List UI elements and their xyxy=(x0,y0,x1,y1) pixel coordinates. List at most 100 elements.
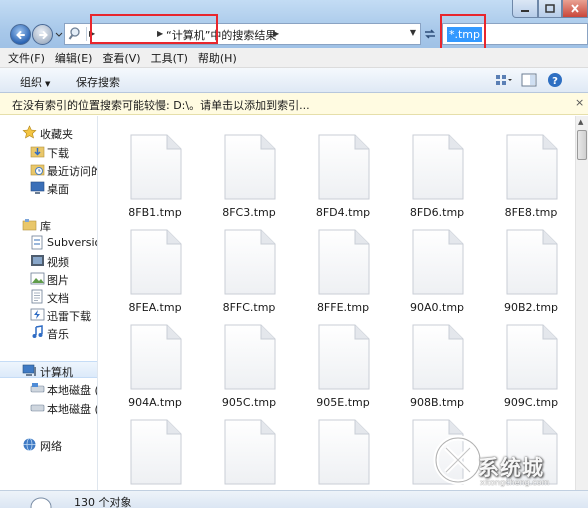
nav-videos[interactable]: 视频 xyxy=(0,252,97,269)
file-icon xyxy=(318,229,370,295)
preview-pane-icon[interactable] xyxy=(520,72,538,88)
back-button[interactable] xyxy=(10,24,31,45)
nav-favorites-label: 收藏夹 xyxy=(40,128,73,141)
file-item[interactable]: 8FFC.tmp xyxy=(201,219,291,315)
library-icon xyxy=(22,219,37,231)
navigation-pane: 收藏夹 下载 最近访问的 桌面 库 Subversion 视频 图片 文档 迅雷… xyxy=(0,116,98,490)
file-item[interactable]: 90B2.tmp xyxy=(483,219,573,315)
chevron-down-icon: ▼ xyxy=(45,80,51,88)
address-bar[interactable]: ▶ ▶ “计算机”中的搜索结果 ▶ ▼ xyxy=(64,23,421,45)
file-name: 8FD4.tmp xyxy=(315,206,371,219)
refresh-icon[interactable] xyxy=(422,26,438,42)
pictures-icon xyxy=(30,272,45,285)
menu-view[interactable]: 查看(V) xyxy=(102,50,140,66)
site-watermark: 系统城 xitongcheng.com xyxy=(420,430,588,490)
nav-recent-label: 最近访问的 xyxy=(47,165,98,178)
file-name: 905E.tmp xyxy=(316,396,370,409)
file-item[interactable]: 8FC3.tmp xyxy=(201,124,291,220)
nav-libraries[interactable]: 库 xyxy=(0,216,97,233)
file-name: 8FC3.tmp xyxy=(222,206,276,219)
maximize-button[interactable] xyxy=(538,0,562,18)
nav-disk-c[interactable]: 本地磁盘 (C xyxy=(0,380,97,397)
nav-computer[interactable]: 计算机 xyxy=(0,361,97,379)
nav-subversion[interactable]: Subversion xyxy=(0,234,97,251)
recent-pages-dropdown[interactable] xyxy=(55,32,63,38)
file-icon xyxy=(318,419,370,485)
menu-file[interactable]: 文件(F) xyxy=(8,50,45,66)
nav-disk-d[interactable]: 本地磁盘 (D xyxy=(0,399,97,416)
file-item[interactable]: 8FFE.tmp xyxy=(295,219,385,315)
file-name: 908B.tmp xyxy=(409,396,465,409)
file-item[interactable]: 905C.tmp xyxy=(201,314,291,410)
file-name: 90B2.tmp xyxy=(503,301,559,314)
object-count: 130 个对象 xyxy=(74,496,132,508)
menu-help[interactable]: 帮助(H) xyxy=(198,50,237,66)
file-item[interactable]: 8FEA.tmp xyxy=(107,219,197,315)
search-input-value: *.tmp xyxy=(447,27,483,42)
address-history-dropdown-icon[interactable]: ▼ xyxy=(410,28,416,37)
breadcrumb-search-results[interactable]: “计算机”中的搜索结果 xyxy=(166,27,276,43)
save-search-button[interactable]: 保存搜索 xyxy=(76,74,120,90)
file-name: 905C.tmp xyxy=(221,396,277,409)
breadcrumb-chevron-icon[interactable]: ▶ xyxy=(89,29,95,38)
organize-label: 组织 xyxy=(20,76,42,89)
menu-tools[interactable]: 工具(T) xyxy=(151,50,188,66)
infobar-close-icon[interactable]: × xyxy=(575,96,584,109)
help-icon[interactable]: ? xyxy=(546,72,564,88)
file-item[interactable]: 8FB1.tmp xyxy=(107,124,197,220)
network-icon xyxy=(23,438,36,451)
breadcrumb-chevron-icon[interactable]: ▶ xyxy=(273,29,279,38)
nav-network-label: 网络 xyxy=(40,440,62,453)
forward-button[interactable] xyxy=(32,24,53,45)
change-view-icon[interactable] xyxy=(494,72,512,88)
nav-desktop[interactable]: 桌面 xyxy=(0,179,97,196)
index-info-bar[interactable]: 在没有索引的位置搜索可能较慢: D:\。请单击以添加到索引... × xyxy=(0,93,588,115)
nav-downloads[interactable]: 下载 xyxy=(0,143,97,160)
file-item[interactable]: 904A.tmp xyxy=(107,314,197,410)
file-item[interactable]: 909E.tmp xyxy=(107,409,197,490)
file-item[interactable]: 9011.tmp xyxy=(295,409,385,490)
file-item[interactable]: 909C.tmp xyxy=(483,314,573,410)
nav-desktop-label: 桌面 xyxy=(47,183,69,196)
nav-favorites[interactable]: 收藏夹 xyxy=(0,124,97,141)
file-item[interactable]: 905E.tmp xyxy=(295,314,385,410)
file-icon xyxy=(412,324,464,390)
nav-recent[interactable]: 最近访问的 xyxy=(0,161,98,178)
nav-music[interactable]: 音乐 xyxy=(0,324,97,341)
file-item[interactable]: 908B.tmp xyxy=(389,314,479,410)
file-icon xyxy=(412,229,464,295)
nav-music-label: 音乐 xyxy=(47,328,69,341)
file-name: 8FEA.tmp xyxy=(128,301,182,314)
nav-network[interactable]: 网络 xyxy=(0,436,97,453)
search-input[interactable]: *.tmp xyxy=(442,23,588,45)
minimize-button[interactable] xyxy=(512,0,538,18)
nav-documents[interactable]: 文档 xyxy=(0,288,97,305)
thunder-download-icon xyxy=(30,308,45,321)
index-info-message: 在没有索引的位置搜索可能较慢: D:\。请单击以添加到索引... xyxy=(12,99,310,112)
svg-text:?: ? xyxy=(552,76,558,87)
file-icon xyxy=(130,419,182,485)
close-icon xyxy=(571,4,579,13)
file-item[interactable]: 8FD6.tmp xyxy=(389,124,479,220)
nav-thunder-downloads[interactable]: 迅雷下载 xyxy=(0,306,97,323)
file-item[interactable]: 9000.tmp xyxy=(201,409,291,490)
scroll-up-icon[interactable]: ▲ xyxy=(578,118,583,126)
file-icon xyxy=(412,134,464,200)
maximize-icon xyxy=(545,4,555,13)
file-item[interactable]: 8FD4.tmp xyxy=(295,124,385,220)
scrollbar-thumb[interactable] xyxy=(577,130,587,160)
menu-edit[interactable]: 编辑(E) xyxy=(55,50,93,66)
nav-documents-label: 文档 xyxy=(47,292,69,305)
file-item[interactable]: 8FE8.tmp xyxy=(483,124,573,220)
nav-videos-label: 视频 xyxy=(47,256,69,269)
file-icon xyxy=(130,134,182,200)
file-item[interactable]: 90A0.tmp xyxy=(389,219,479,315)
nav-pictures[interactable]: 图片 xyxy=(0,270,97,287)
breadcrumb-chevron-icon[interactable]: ▶ xyxy=(157,29,163,38)
organize-button[interactable]: 组织 ▼ xyxy=(20,74,50,90)
file-name: 8FD6.tmp xyxy=(409,206,465,219)
nav-libraries-label: 库 xyxy=(40,220,51,233)
menu-bar: 文件(F) 编辑(E) 查看(V) 工具(T) 帮助(H) xyxy=(0,48,588,68)
file-icon xyxy=(224,134,276,200)
close-button[interactable] xyxy=(562,0,588,18)
